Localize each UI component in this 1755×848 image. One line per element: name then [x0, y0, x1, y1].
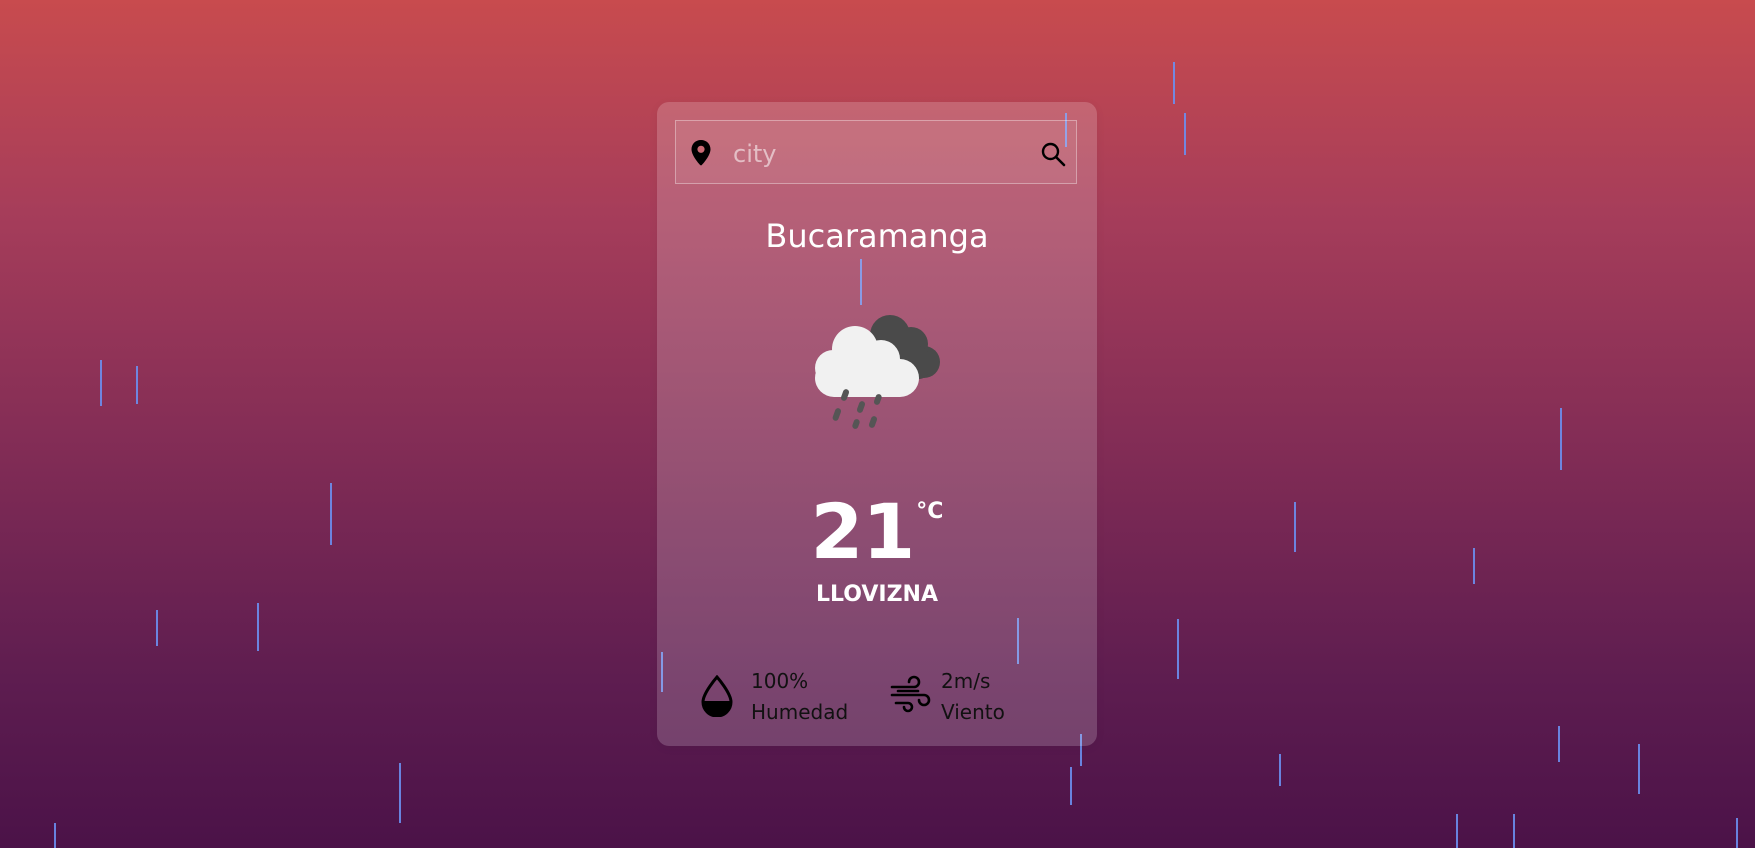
rain-drop	[1294, 502, 1296, 552]
rain-drop	[1736, 818, 1738, 848]
location-pin-icon	[691, 140, 711, 166]
rain-drop	[156, 610, 158, 646]
rain-drop	[1558, 726, 1560, 762]
temperature-value: 21	[810, 487, 916, 576]
water-drop-icon	[701, 675, 733, 717]
rain-drop	[1560, 408, 1562, 470]
rain-drop	[100, 360, 102, 406]
rain-drop	[330, 483, 332, 545]
rain-drop	[1070, 767, 1072, 805]
weather-details: 100% Humedad 2m/s Viento	[657, 667, 1097, 727]
search-icon[interactable]	[1040, 141, 1066, 167]
rain-drop	[1473, 548, 1475, 584]
wind-icon	[890, 675, 931, 713]
humidity-value: 100%	[751, 669, 809, 693]
rain-drop	[257, 603, 259, 651]
rain-drop	[1173, 62, 1175, 104]
rain-drop	[1177, 619, 1179, 679]
city-search-input[interactable]	[731, 131, 1025, 177]
rain-drop	[1279, 754, 1281, 786]
weather-card: Bucaramanga 21°C LLOVIZNA	[657, 102, 1097, 746]
temperature-unit: °C	[916, 499, 944, 524]
search-box	[675, 120, 1077, 184]
temperature: 21°C	[657, 487, 1097, 576]
rain-drop	[54, 823, 56, 848]
rain-drop	[1184, 113, 1186, 155]
rain-drop	[399, 763, 401, 823]
cloud-drizzle-icon	[815, 315, 940, 429]
rain-drop	[136, 366, 138, 404]
humidity-label: Humedad	[751, 700, 849, 724]
rain-drop	[1456, 814, 1458, 848]
wind-value: 2m/s	[941, 669, 991, 693]
weather-description: LLOVIZNA	[816, 582, 938, 607]
city-name: Bucaramanga	[765, 217, 989, 255]
rain-drop	[1638, 744, 1640, 794]
rain-drop	[1513, 814, 1515, 848]
wind-label: Viento	[941, 700, 1005, 724]
